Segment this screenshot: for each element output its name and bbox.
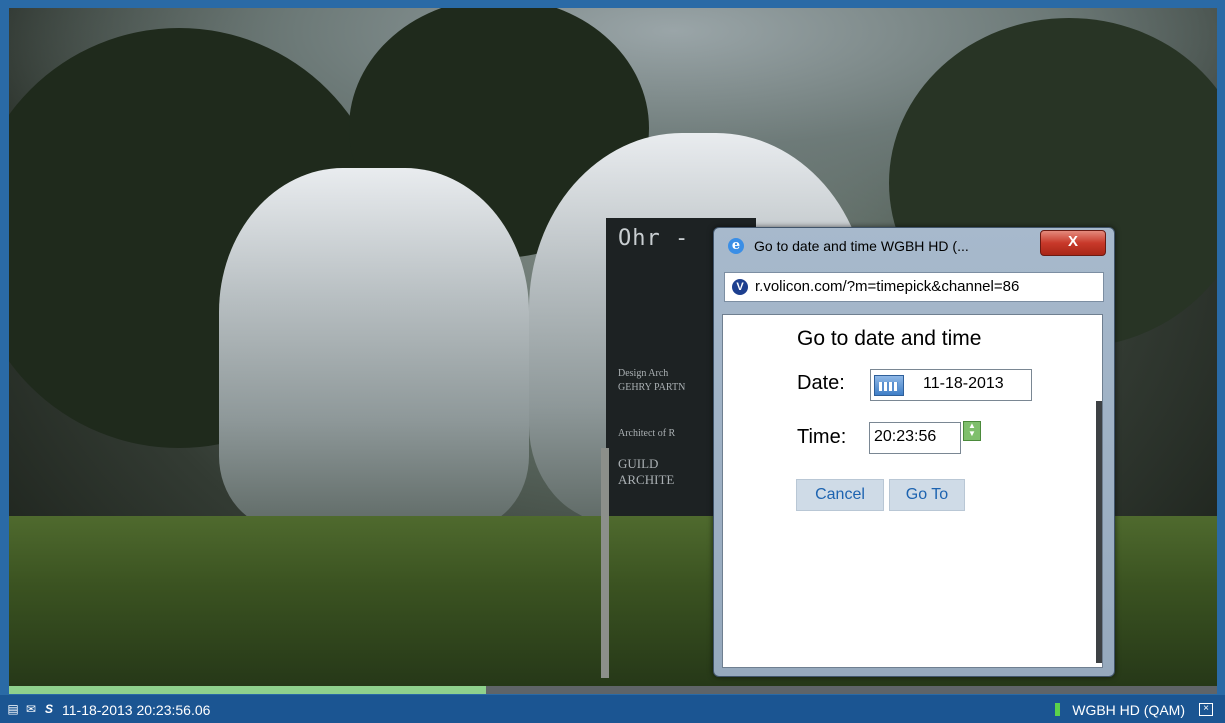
time-spinner-icon[interactable]: ▲ ▼ bbox=[963, 421, 981, 441]
dialog-content: Go to date and time Date: 11-18-2013 Tim… bbox=[722, 314, 1103, 668]
list-icon[interactable]: ▤ bbox=[6, 703, 20, 716]
sign-line: GEHRY PARTN bbox=[618, 382, 686, 393]
sign-title: Ohr - bbox=[618, 226, 690, 251]
playback-progress-bar[interactable] bbox=[9, 686, 1217, 694]
address-url: r.volicon.com/?m=timepick&channel=86 bbox=[755, 278, 1020, 295]
status-channel[interactable]: WGBH HD (QAM) bbox=[1072, 702, 1185, 718]
time-value: 20:23:56 bbox=[874, 428, 937, 445]
close-box-icon[interactable]: × bbox=[1199, 703, 1213, 716]
envelope-icon[interactable]: ✉ bbox=[24, 703, 38, 716]
playback-progress-fill bbox=[9, 686, 487, 694]
sign-line: GUILD bbox=[618, 456, 659, 471]
dialog-scrollbar[interactable] bbox=[1096, 315, 1102, 667]
dialog-close-button[interactable]: X bbox=[1040, 230, 1106, 256]
video-pole bbox=[601, 448, 609, 678]
scrollbar-thumb[interactable] bbox=[1096, 401, 1102, 663]
status-bar: ▤ ✉ S 11-18-2013 20:23:56.06 WGBH HD (QA… bbox=[0, 695, 1225, 723]
sign-line: Design Arch bbox=[618, 368, 669, 379]
date-value: 11-18-2013 bbox=[923, 375, 1004, 392]
signal-indicator bbox=[1055, 703, 1060, 716]
sign-line: Architect of R bbox=[618, 428, 676, 439]
dialog-title: Go to date and time WGBH HD (... bbox=[754, 238, 969, 254]
sign-line: ARCHITE bbox=[618, 472, 675, 487]
goto-button[interactable]: Go To bbox=[889, 479, 965, 511]
date-field[interactable]: 11-18-2013 bbox=[870, 369, 1032, 401]
ie-logo-icon: e bbox=[728, 238, 744, 254]
address-bar[interactable]: V r.volicon.com/?m=timepick&channel=86 bbox=[724, 272, 1104, 302]
date-label: Date: bbox=[797, 372, 845, 394]
cancel-button[interactable]: Cancel bbox=[796, 479, 884, 511]
time-field[interactable]: 20:23:56 bbox=[869, 422, 961, 454]
s-logo-icon[interactable]: S bbox=[42, 703, 56, 716]
volicon-logo-icon: V bbox=[732, 279, 748, 295]
status-timestamp: 11-18-2013 20:23:56.06 bbox=[62, 702, 211, 718]
calendar-icon[interactable] bbox=[874, 375, 904, 396]
video-silver-pod bbox=[219, 168, 529, 528]
form-heading: Go to date and time bbox=[797, 327, 982, 350]
time-label: Time: bbox=[797, 426, 847, 448]
goto-datetime-dialog: e Go to date and time WGBH HD (... X V r… bbox=[713, 227, 1115, 677]
dialog-titlebar[interactable]: e Go to date and time WGBH HD (... X bbox=[714, 228, 1114, 262]
